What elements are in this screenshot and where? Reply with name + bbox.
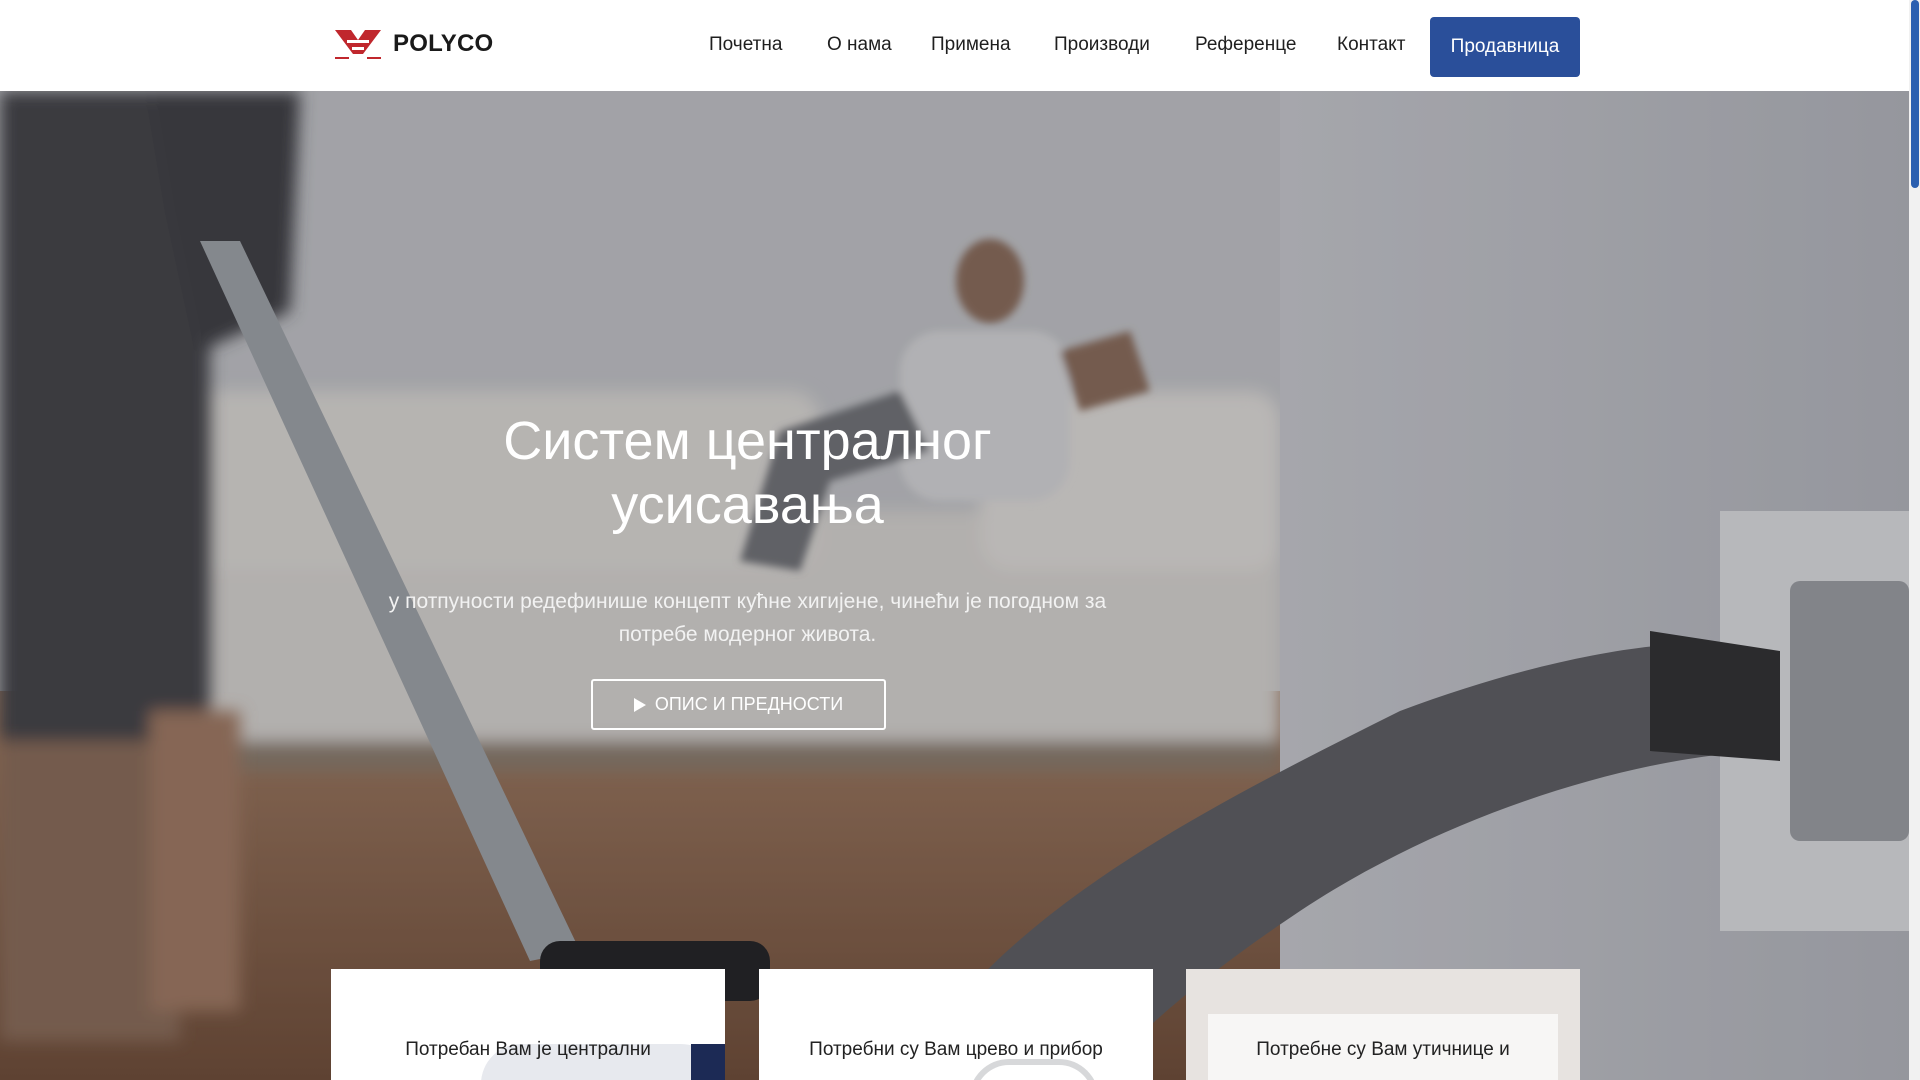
hero-subtitle: у потпуности редефинише концепт кућне хи… (345, 585, 1150, 651)
nav-item-about[interactable]: О нама (827, 34, 892, 56)
description-advantages-button[interactable]: ОПИС И ПРЕДНОСТИ (591, 679, 886, 730)
hero-section: Систем централног усисавања у потпуности… (0, 91, 1909, 1080)
hero-button-label: ОПИС И ПРЕДНОСТИ (654, 694, 844, 714)
hero-subtitle-line2: потребе модерног живота. (618, 623, 877, 646)
nav-item-contact[interactable]: Контакт (1337, 34, 1405, 56)
nav-item-products[interactable]: Производи (1054, 34, 1150, 56)
feature-card-hose-accessories[interactable]: Потребни су Вам црево и прибор (759, 969, 1153, 1080)
card-title: Потребни су Вам црево и прибор (809, 1039, 1103, 1060)
hero-title-line1: Систем централног (503, 411, 992, 471)
hero-title-line2: усисавања (611, 475, 884, 535)
page-scrollbar[interactable] (1909, 0, 1920, 1080)
hero-title: Систем централног усисавања (340, 409, 1155, 537)
feature-card-central-unit[interactable]: Потребан Вам је централни (331, 969, 725, 1080)
hero-subtitle-line1: у потпуности редефинише концепт кућне хи… (388, 590, 1107, 613)
site-header: POLYCO Почетна О нама Примена Производи … (0, 0, 1909, 91)
nav-item-references[interactable]: Референце (1195, 34, 1296, 56)
shop-button[interactable]: Продавница (1430, 17, 1580, 77)
nav-item-application[interactable]: Примена (931, 34, 1011, 56)
polyco-logo-icon (335, 30, 381, 59)
brand-logo[interactable]: POLYCO (333, 26, 493, 62)
feature-card-sockets[interactable]: Потребне су Вам утичнице и (1186, 969, 1580, 1080)
brand-name: POLYCO (393, 30, 494, 57)
scrollbar-thumb[interactable] (1911, 0, 1919, 188)
card-title: Потребан Вам је централни (405, 1039, 651, 1060)
play-icon (633, 697, 646, 712)
card-title: Потребне су Вам утичнице и (1256, 1039, 1510, 1060)
card-image (969, 1059, 1099, 1080)
nav-item-home[interactable]: Почетна (709, 34, 782, 56)
